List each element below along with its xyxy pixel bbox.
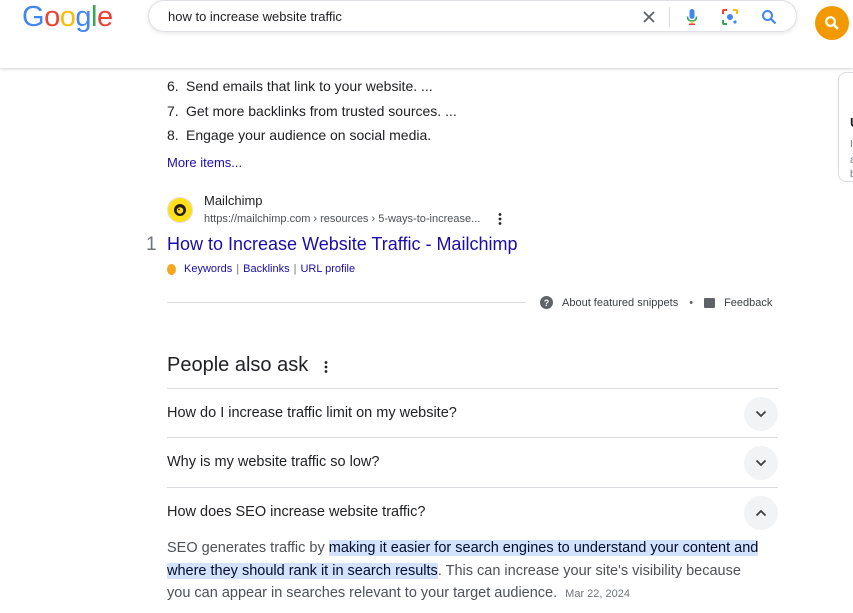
paa-question-text: Why is my website traffic so low? bbox=[167, 454, 380, 470]
paa-question-expanded[interactable]: How does SEO increase website traffic? bbox=[167, 487, 778, 537]
paa-question[interactable]: Why is my website traffic so low? bbox=[167, 437, 778, 487]
separator: | bbox=[293, 263, 297, 275]
header-bar: Google how to increase website traffic bbox=[0, 0, 853, 68]
result-rank: 1 bbox=[146, 234, 157, 255]
paa-question[interactable]: How do I increase traffic limit on my we… bbox=[167, 388, 778, 438]
help-icon: ? bbox=[540, 296, 553, 309]
result-title-link[interactable]: How to Increase Website Traffic - Mailch… bbox=[167, 234, 517, 255]
site-name[interactable]: Mailchimp bbox=[204, 193, 263, 208]
microphone-icon[interactable] bbox=[682, 7, 702, 27]
extension-icon bbox=[167, 263, 176, 275]
list-number: 7. bbox=[167, 102, 179, 119]
search-input[interactable]: how to increase website traffic bbox=[168, 9, 342, 24]
featured-snippet-list: 6. Send emails that link to your website.… bbox=[167, 74, 457, 148]
list-number: 8. bbox=[167, 127, 179, 143]
mailchimp-favicon[interactable] bbox=[167, 197, 193, 223]
paa-question-text: How do I increase traffic limit on my we… bbox=[167, 405, 457, 421]
logo-letter: o bbox=[44, 1, 60, 33]
search-box[interactable]: how to increase website traffic bbox=[148, 0, 797, 32]
more-vert-icon[interactable] bbox=[321, 360, 331, 374]
close-icon[interactable] bbox=[639, 7, 659, 27]
chevron-down-icon[interactable] bbox=[744, 446, 778, 480]
keywords-link[interactable]: Keywords bbox=[184, 263, 232, 275]
chevron-down-icon[interactable] bbox=[744, 397, 778, 431]
snippet-divider bbox=[167, 302, 526, 303]
google-logo[interactable]: Google bbox=[22, 2, 113, 32]
answer-text: SEO generates traffic by bbox=[167, 540, 329, 556]
search-divider bbox=[669, 7, 670, 27]
list-item: 7. Get more backlinks from trusted source… bbox=[167, 99, 457, 124]
site-url[interactable]: https://mailchimp.com › resources › 5-wa… bbox=[204, 213, 480, 225]
list-text: Send emails that link to your website. .… bbox=[186, 78, 433, 94]
feedback-link[interactable]: Feedback bbox=[724, 297, 772, 309]
answer-date: Mar 22, 2024 bbox=[565, 588, 630, 600]
list-number: 6. bbox=[167, 78, 179, 94]
side-panel-cropped: U I a b bbox=[838, 72, 853, 182]
search-extension-icon[interactable] bbox=[815, 6, 849, 40]
dot-separator: • bbox=[689, 296, 694, 309]
side-panel-fragment: I bbox=[850, 139, 853, 150]
backlinks-link[interactable]: Backlinks bbox=[243, 263, 289, 275]
list-item: 6. Send emails that link to your website.… bbox=[167, 74, 457, 99]
url-profile-link[interactable]: URL profile bbox=[300, 263, 355, 275]
people-also-ask-heading: People also ask bbox=[167, 354, 309, 376]
extension-links: Keywords | Backlinks | URL profile bbox=[167, 263, 355, 275]
list-item: 8. Engage your audience on social media. bbox=[167, 123, 457, 148]
lens-icon[interactable] bbox=[720, 7, 740, 27]
more-items-link[interactable]: More items... bbox=[167, 155, 242, 170]
snippet-footer: ? About featured snippets • Feedback bbox=[540, 296, 772, 309]
separator: | bbox=[236, 263, 240, 275]
feedback-icon bbox=[704, 297, 716, 308]
list-text: Engage your audience on social media. bbox=[186, 127, 432, 143]
logo-letter: g bbox=[75, 1, 91, 33]
chevron-up-icon[interactable] bbox=[744, 496, 778, 530]
search-icon[interactable] bbox=[759, 7, 779, 27]
logo-letter: G bbox=[22, 1, 45, 33]
list-text: Get more backlinks from trusted sources.… bbox=[186, 102, 457, 119]
paa-answer: SEO generates traffic by making it easie… bbox=[167, 537, 767, 606]
about-featured-snippets-link[interactable]: About featured snippets bbox=[562, 297, 678, 309]
logo-letter: o bbox=[59, 1, 76, 33]
paa-question-text: How does SEO increase website traffic? bbox=[167, 504, 426, 520]
more-vert-icon[interactable] bbox=[494, 212, 506, 226]
logo-letter: e bbox=[96, 1, 113, 33]
